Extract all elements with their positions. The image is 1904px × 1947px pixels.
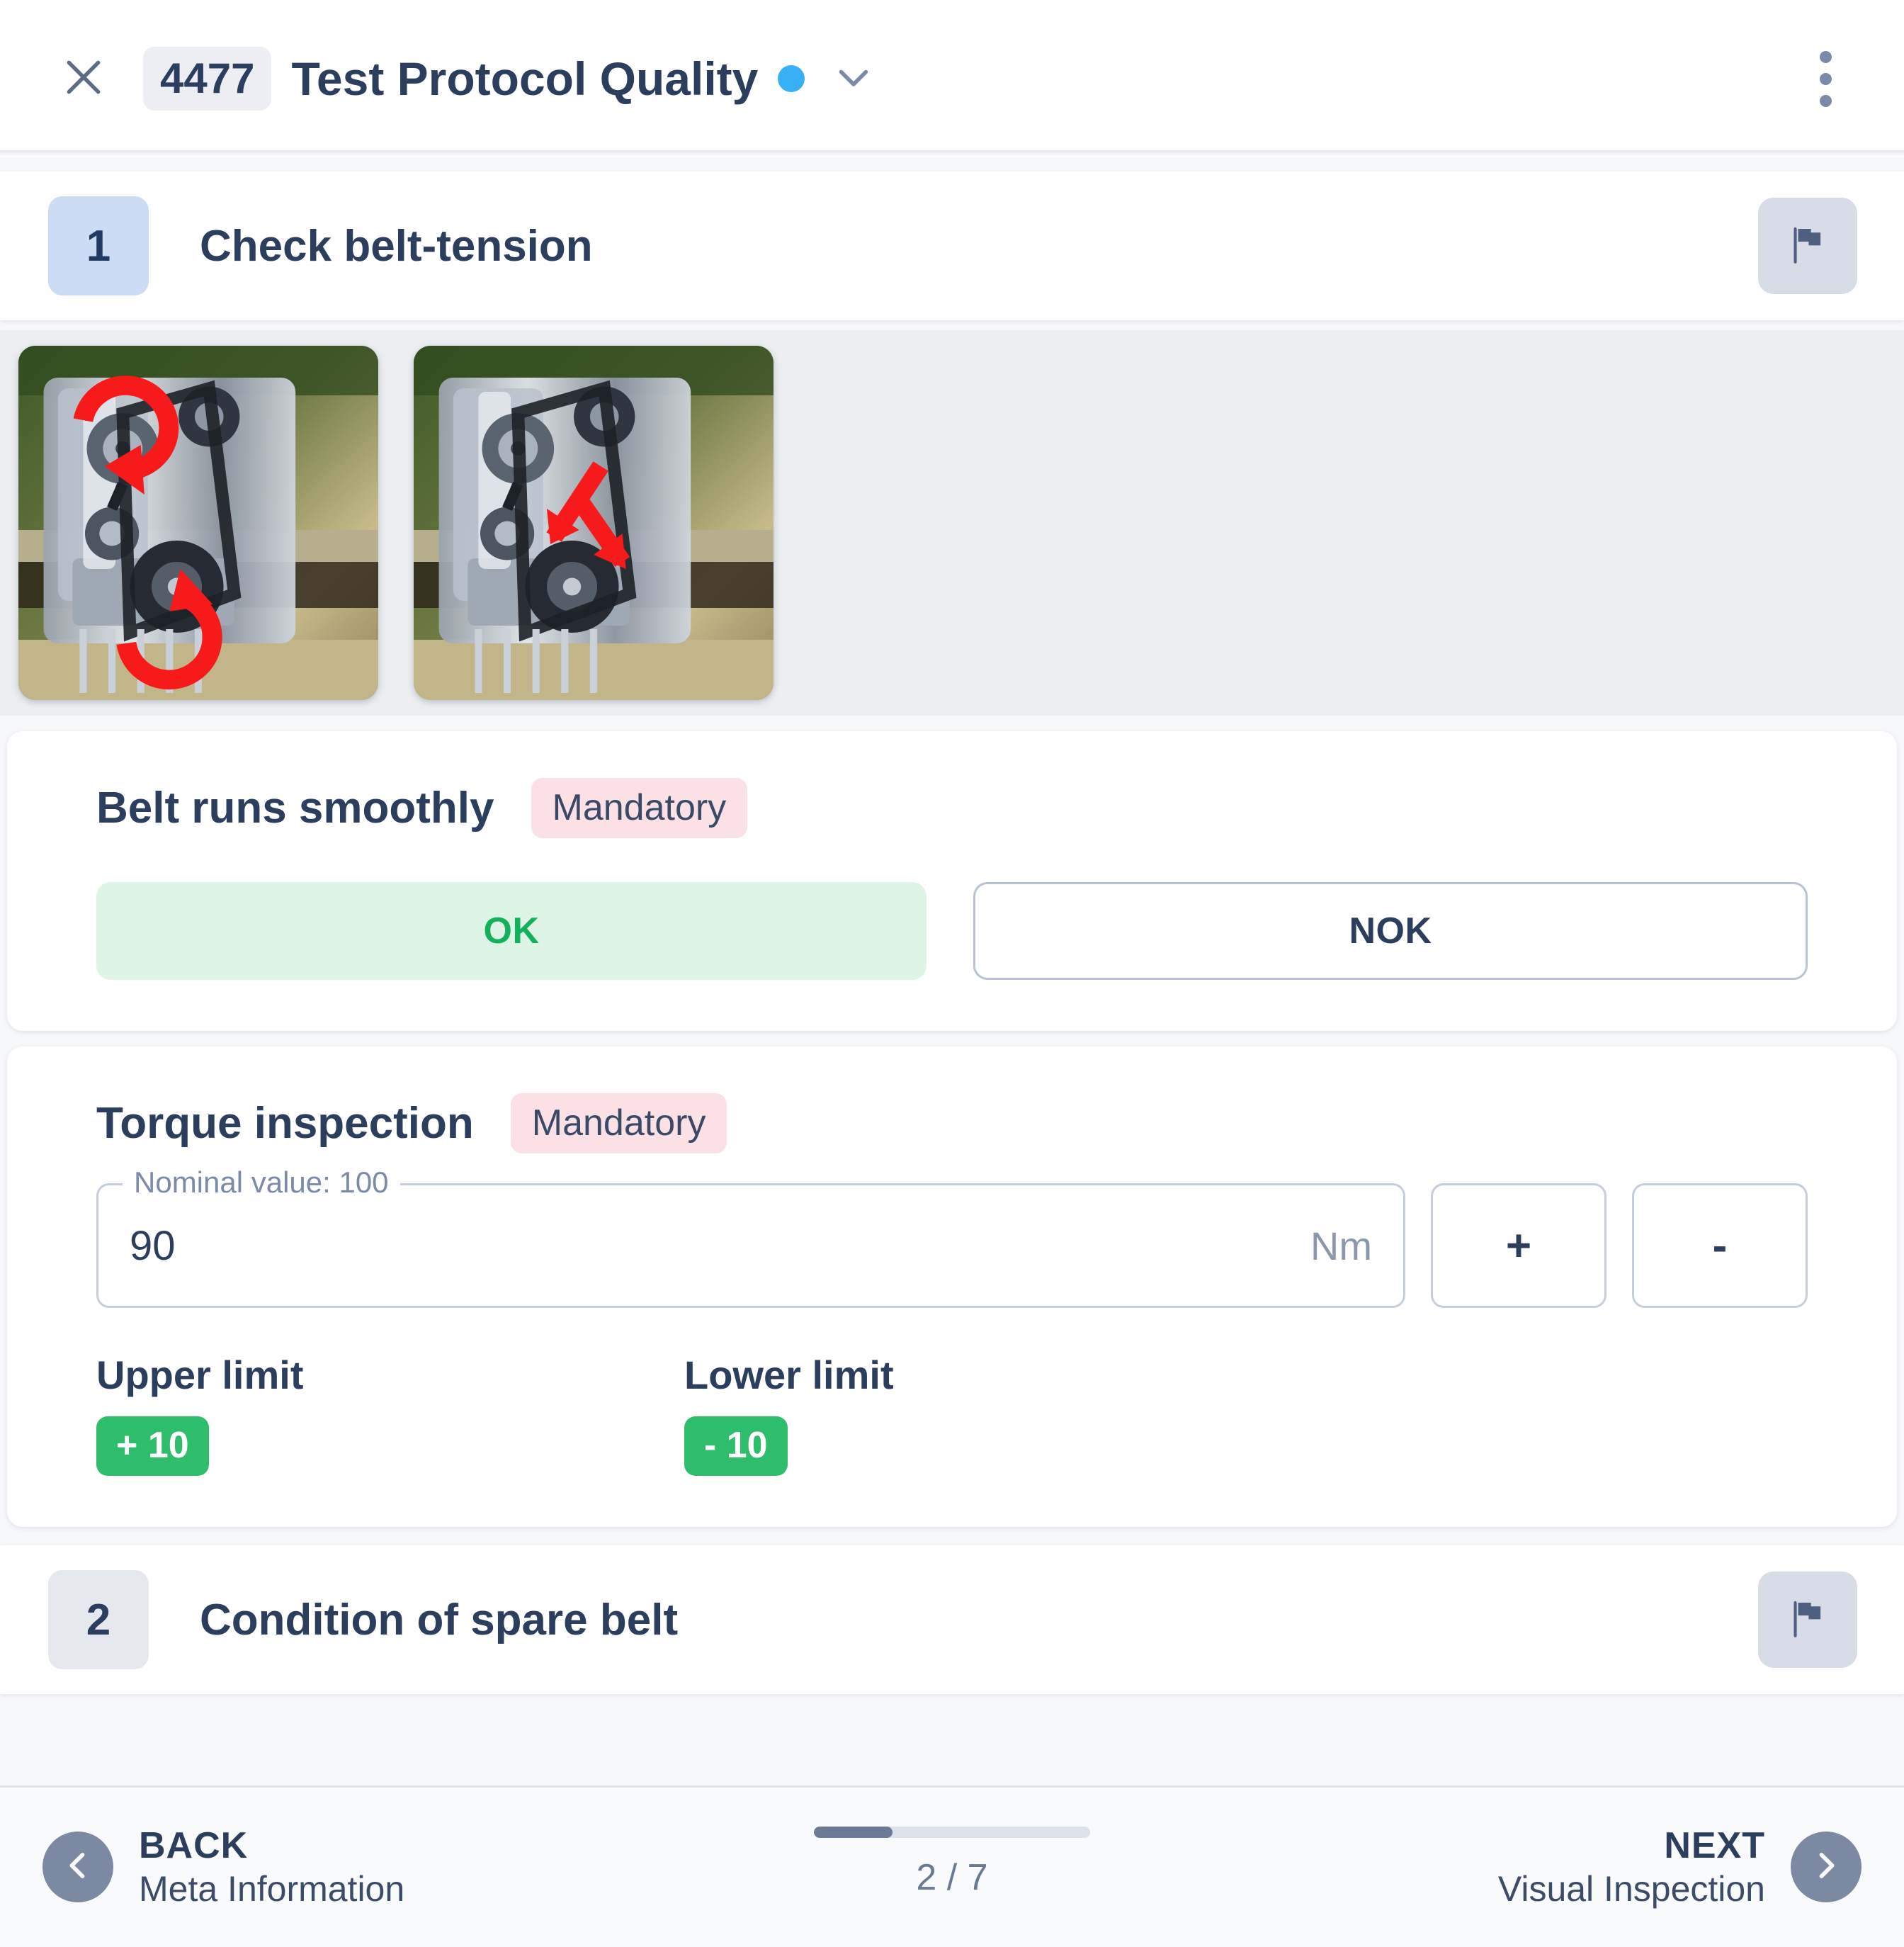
back-labels: BACK Meta Information (139, 1824, 404, 1909)
progress-indicator: 2 / 7 (803, 1826, 1101, 1899)
page-title: Test Protocol Quality (291, 52, 759, 105)
close-icon (62, 55, 106, 103)
upper-limit-block: Upper limit + 10 (96, 1352, 684, 1477)
next-labels: NEXT Visual Inspection (1498, 1824, 1765, 1909)
lower-limit-block: Lower limit - 10 (684, 1352, 1272, 1477)
check-card-torque-inspection: Torque inspection Mandatory Nominal valu… (7, 1046, 1897, 1528)
attachment-thumbnail-1[interactable] (18, 346, 378, 700)
step-title: Check belt-tension (200, 221, 593, 271)
back-label: BACK (139, 1825, 249, 1867)
nominal-value-legend: Nominal value: 100 (123, 1166, 400, 1200)
chevron-right-icon (1808, 1847, 1844, 1887)
next-sublabel: Visual Inspection (1497, 1868, 1765, 1909)
ok-button[interactable]: OK (96, 882, 926, 981)
step-header-1[interactable]: 1 Check belt-tension (0, 171, 1904, 320)
increment-button[interactable]: + (1431, 1183, 1606, 1309)
flag-icon (1784, 221, 1831, 271)
protocol-content-scroll[interactable]: 1 Check belt-tension Belt runs smoothly … (0, 157, 1904, 1785)
check-card-belt-runs-smoothly: Belt runs smoothly Mandatory OK NOK (7, 731, 1897, 1032)
check-label: Belt runs smoothly (96, 784, 494, 833)
progress-track (814, 1826, 1090, 1838)
engine-belt-rotation-photo (18, 346, 378, 700)
check-header: Belt runs smoothly Mandatory (96, 778, 1808, 839)
chevron-left-icon (60, 1847, 96, 1887)
mandatory-badge: Mandatory (510, 1093, 727, 1154)
back-arrow-circle (42, 1832, 113, 1903)
document-id-badge: 4477 (143, 47, 272, 111)
kebab-dot-2 (1819, 72, 1832, 85)
step-attachments-strip (0, 330, 1904, 716)
step-number-badge: 2 (48, 1570, 149, 1670)
progress-label: 2 / 7 (916, 1856, 988, 1898)
chevron-down-icon (832, 56, 875, 102)
limits-row: Upper limit + 10 Lower limit - 10 (96, 1352, 1808, 1477)
step-title: Condition of spare belt (200, 1595, 679, 1644)
app-header: 4477 Test Protocol Quality (0, 0, 1904, 157)
flag-step-button[interactable] (1758, 198, 1857, 294)
next-button[interactable]: NEXT Visual Inspection (1498, 1824, 1862, 1909)
upper-limit-badge: + 10 (96, 1416, 209, 1477)
status-dot-icon (778, 65, 805, 92)
upper-limit-label: Upper limit (96, 1353, 304, 1398)
check-label: Torque inspection (96, 1099, 474, 1149)
next-arrow-circle (1791, 1832, 1862, 1903)
back-button[interactable]: BACK Meta Information (42, 1824, 404, 1909)
torque-unit-label: Nm (1310, 1223, 1372, 1268)
step-number-badge: 1 (48, 196, 149, 295)
expand-details-button[interactable] (830, 55, 877, 102)
engine-belt-direction-photo (414, 346, 774, 700)
attachment-thumbnail-2[interactable] (414, 346, 774, 700)
ok-nok-group: OK NOK (96, 882, 1808, 981)
torque-input-row: Nominal value: 100 90 Nm + - (96, 1166, 1808, 1309)
step-header-2[interactable]: 2 Condition of spare belt (0, 1545, 1904, 1695)
kebab-dot-1 (1819, 50, 1832, 63)
mandatory-badge: Mandatory (531, 778, 748, 839)
check-header: Torque inspection Mandatory (96, 1093, 1808, 1154)
lower-limit-badge: - 10 (684, 1416, 788, 1477)
kebab-dot-3 (1819, 94, 1832, 107)
flag-step-button[interactable] (1758, 1571, 1857, 1669)
flag-icon (1784, 1595, 1831, 1645)
overflow-menu-button[interactable] (1794, 47, 1857, 111)
torque-input-field[interactable]: Nominal value: 100 90 Nm (96, 1166, 1405, 1309)
torque-value: 90 (130, 1222, 176, 1269)
decrement-button[interactable]: - (1632, 1183, 1808, 1309)
next-label: NEXT (1664, 1825, 1765, 1867)
nok-button[interactable]: NOK (973, 882, 1808, 981)
close-button[interactable] (50, 45, 118, 113)
bottom-navigation: BACK Meta Information 2 / 7 NEXT Visual … (0, 1785, 1904, 1947)
lower-limit-label: Lower limit (684, 1353, 894, 1398)
back-sublabel: Meta Information (139, 1868, 405, 1909)
protocol-app: 4477 Test Protocol Quality 1 Check belt-… (0, 0, 1904, 1947)
progress-fill (814, 1826, 893, 1838)
